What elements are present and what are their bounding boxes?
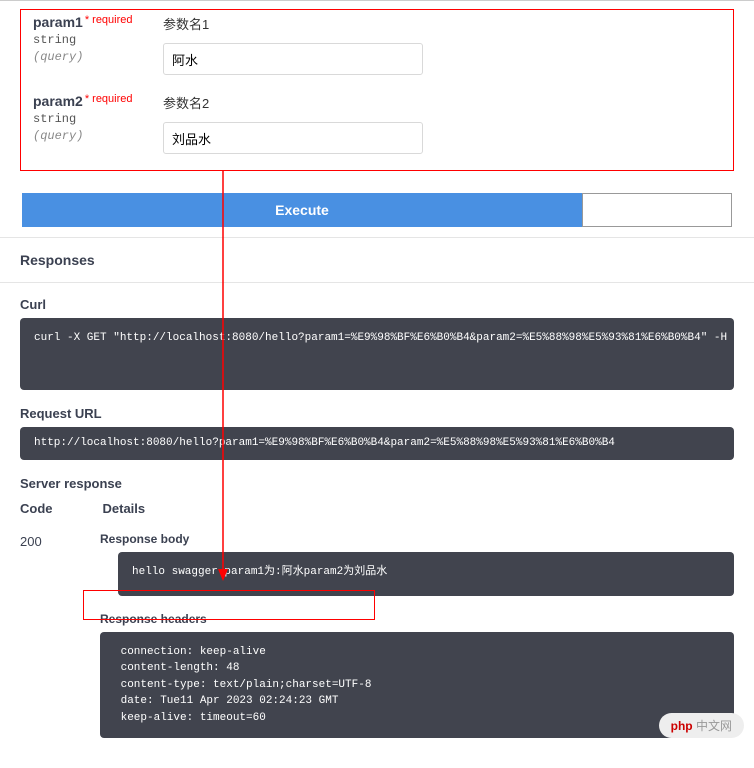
param1-input[interactable] bbox=[163, 43, 423, 75]
watermark: php 中文网 bbox=[659, 713, 744, 738]
param-in: (query) bbox=[33, 129, 83, 143]
request-url-block: http://localhost:8080/hello?param1=%E9%9… bbox=[20, 427, 734, 460]
parameters-box: param1* required string (query) 参数名1 par… bbox=[20, 9, 734, 171]
response-row: 200 Response body hello swagger param1为:… bbox=[20, 532, 734, 755]
param-name: param1 bbox=[33, 14, 83, 30]
param-description: 参数名2 bbox=[163, 93, 721, 112]
param-type: string bbox=[33, 112, 76, 126]
response-headers-block: connection: keep-alive content-length: 4… bbox=[100, 632, 734, 739]
param-description: 参数名1 bbox=[163, 14, 721, 33]
curl-label: Curl bbox=[20, 297, 734, 312]
server-response-label: Server response bbox=[20, 476, 734, 491]
details-column-head: Details bbox=[103, 501, 146, 516]
param-row: param2* required string (query) 参数名2 bbox=[33, 89, 721, 154]
required-marker: * required bbox=[85, 93, 133, 105]
param-in: (query) bbox=[33, 50, 83, 64]
curl-block: curl -X GET "http://localhost:8080/hello… bbox=[20, 318, 734, 390]
clear-button[interactable] bbox=[582, 193, 732, 227]
response-body-block: hello swagger param1为:阿水param2为刘品水 bbox=[118, 552, 734, 596]
watermark-text: 中文网 bbox=[696, 719, 732, 733]
param-row: param1* required string (query) 参数名1 bbox=[33, 10, 721, 75]
required-marker: * required bbox=[85, 14, 133, 26]
watermark-brand: php bbox=[671, 719, 693, 733]
response-headers-label: Response headers bbox=[100, 612, 734, 626]
param-name: param2 bbox=[33, 93, 83, 109]
param-type: string bbox=[33, 33, 76, 47]
code-column-head: Code bbox=[20, 501, 53, 516]
param2-input[interactable] bbox=[163, 122, 423, 154]
request-url-label: Request URL bbox=[20, 406, 734, 421]
response-body-label: Response body bbox=[100, 532, 734, 546]
execute-button[interactable]: Execute bbox=[22, 193, 582, 227]
status-code: 200 bbox=[20, 532, 100, 755]
responses-heading: Responses bbox=[0, 237, 754, 283]
